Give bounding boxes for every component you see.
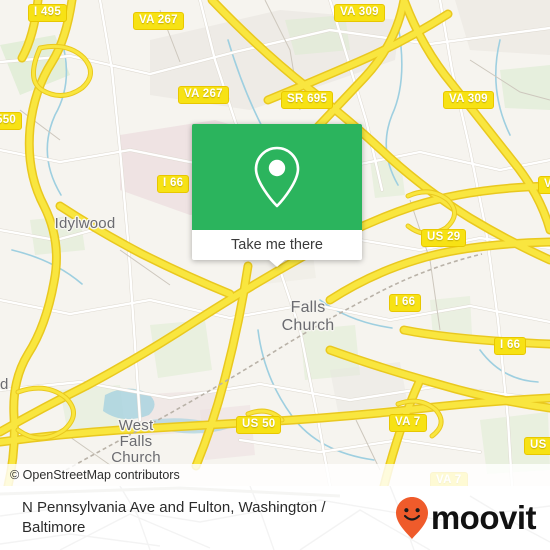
callout-action-bar[interactable]: Take me there bbox=[192, 230, 362, 260]
highway-shield-va-309-east[interactable]: VA 309 bbox=[443, 91, 494, 109]
highway-shield-va-267-north[interactable]: VA 267 bbox=[133, 12, 184, 30]
highway-shield-i-495[interactable]: I 495 bbox=[28, 4, 68, 22]
map-canvas[interactable]: .rd-major-case { fill:none; stroke:#e9c8… bbox=[0, 0, 550, 486]
highway-shield-sr-695[interactable]: SR 695 bbox=[281, 91, 334, 109]
openstreetmap-attribution[interactable]: © OpenStreetMap contributors bbox=[0, 468, 180, 482]
highway-shield-us-29[interactable]: US 29 bbox=[421, 229, 467, 247]
highway-shield-va-267-mid[interactable]: VA 267 bbox=[178, 86, 229, 104]
map-attribution-bar: © OpenStreetMap contributors bbox=[0, 464, 550, 486]
highway-shield-i-66-east[interactable]: I 66 bbox=[494, 337, 527, 355]
callout-header bbox=[192, 124, 362, 230]
highway-shield-va-309-north[interactable]: VA 309 bbox=[334, 4, 385, 22]
take-me-there-label: Take me there bbox=[231, 237, 323, 253]
highway-shield-va-7[interactable]: VA 7 bbox=[389, 414, 427, 432]
footer-bar: N Pennsylvania Ave and Fulton, Washingto… bbox=[0, 486, 550, 550]
location-title: N Pennsylvania Ave and Fulton, Washingto… bbox=[22, 499, 326, 536]
highway-shield-i-66-west[interactable]: I 66 bbox=[157, 175, 190, 193]
highway-shield-clipped-right[interactable]: V bbox=[538, 176, 550, 194]
callout-tail bbox=[268, 259, 286, 267]
take-me-there-callout[interactable]: Take me there bbox=[192, 124, 362, 267]
moovit-pin-icon bbox=[395, 497, 428, 539]
moovit-logo[interactable]: moovit bbox=[395, 496, 550, 540]
map-pin-icon bbox=[254, 146, 300, 208]
highway-shield-i-66-central[interactable]: I 66 bbox=[389, 294, 422, 312]
highway-shield-us-50[interactable]: US 50 bbox=[236, 416, 282, 434]
map-screenshot: .rd-major-case { fill:none; stroke:#e9c8… bbox=[0, 0, 550, 550]
highway-shield-550-clipped[interactable]: 550 bbox=[0, 112, 23, 130]
highway-shield-us-50-clipped[interactable]: US 5 bbox=[524, 437, 550, 455]
moovit-wordmark: moovit bbox=[430, 499, 537, 536]
